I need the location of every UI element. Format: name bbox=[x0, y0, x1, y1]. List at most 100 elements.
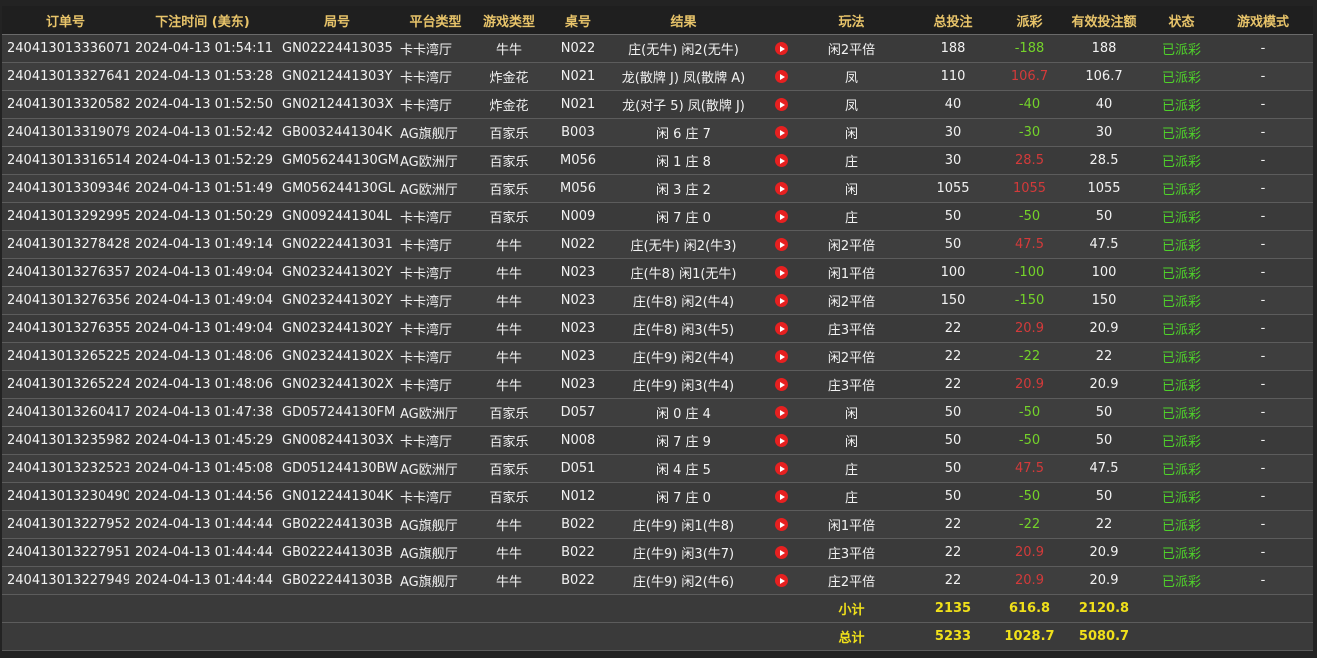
order-cell: 240413013278428 bbox=[2, 230, 129, 259]
play-video-icon[interactable] bbox=[774, 126, 788, 139]
valid-cell: 40 bbox=[1058, 90, 1150, 119]
game-cell: 牛牛 bbox=[473, 314, 545, 343]
col-time[interactable]: 下注时间 (美东) bbox=[129, 6, 276, 35]
table-row[interactable]: 240413013327641 2024-04-13 01:53:28 GN0212… bbox=[2, 62, 1313, 91]
play-cell: 闲2平倍 bbox=[798, 342, 905, 371]
table-row[interactable]: 240413013276356 2024-04-13 01:49:04 GN0232… bbox=[2, 286, 1313, 315]
table-row[interactable]: 240413013292995 2024-04-13 01:50:29 GN0092… bbox=[2, 202, 1313, 231]
table-cell: M056 bbox=[545, 146, 611, 175]
round-cell: GD057244130FM bbox=[276, 398, 398, 427]
time-cell: 2024-04-13 01:45:08 bbox=[129, 454, 276, 483]
table-row[interactable]: 240413013320582 2024-04-13 01:52:50 GN0212… bbox=[2, 90, 1313, 119]
platform-cell: 卡卡湾厅 bbox=[398, 62, 473, 91]
table-row[interactable]: 240413013227949 2024-04-13 01:44:44 GB0222… bbox=[2, 566, 1313, 595]
col-game[interactable]: 游戏类型 bbox=[473, 6, 545, 35]
play-video-icon[interactable] bbox=[774, 70, 788, 83]
result-cell: 闲 1 庄 8 bbox=[611, 146, 756, 175]
table-row[interactable]: 240413013276355 2024-04-13 01:49:04 GN0232… bbox=[2, 314, 1313, 343]
play-video-icon[interactable] bbox=[774, 182, 788, 195]
time-cell: 2024-04-13 01:49:14 bbox=[129, 230, 276, 259]
subtotal-label: 小计 bbox=[798, 594, 905, 623]
order-cell: 240413013260417 bbox=[2, 398, 129, 427]
col-mode[interactable]: 游戏模式 bbox=[1213, 6, 1313, 35]
play-video-icon[interactable] bbox=[774, 210, 788, 223]
status-cell: 已派彩 bbox=[1150, 454, 1213, 483]
payout-cell: 20.9 bbox=[1001, 314, 1058, 343]
col-table[interactable]: 桌号 bbox=[545, 6, 611, 35]
table-row[interactable]: 240413013230490 2024-04-13 01:44:56 GN0122… bbox=[2, 482, 1313, 511]
video-cell bbox=[756, 510, 798, 539]
table-row[interactable]: 240413013232523 2024-04-13 01:45:08 GD0512… bbox=[2, 454, 1313, 483]
play-video-icon[interactable] bbox=[774, 154, 788, 167]
col-result[interactable]: 结果 bbox=[611, 6, 756, 35]
play-video-icon[interactable] bbox=[774, 98, 788, 111]
table-row[interactable]: 240413013276357 2024-04-13 01:49:04 GN0232… bbox=[2, 258, 1313, 287]
round-cell: GB0222441303B bbox=[276, 538, 398, 567]
platform-cell: 卡卡湾厅 bbox=[398, 314, 473, 343]
play-video-icon[interactable] bbox=[774, 294, 788, 307]
play-cell: 闲 bbox=[798, 118, 905, 147]
play-video-icon[interactable] bbox=[774, 322, 788, 335]
play-video-icon[interactable] bbox=[774, 434, 788, 447]
game-cell: 百家乐 bbox=[473, 454, 545, 483]
col-platform[interactable]: 平台类型 bbox=[398, 6, 473, 35]
status-cell: 已派彩 bbox=[1150, 34, 1213, 63]
col-play[interactable]: 玩法 bbox=[798, 6, 905, 35]
order-cell: 240413013227949 bbox=[2, 566, 129, 595]
bet-cell: 22 bbox=[905, 538, 1001, 567]
result-cell: 龙(散牌 J) 凤(散牌 A) bbox=[611, 62, 756, 91]
table-row[interactable]: 240413013336071 2024-04-13 01:54:11 GN0222… bbox=[2, 34, 1313, 63]
order-cell: 240413013235982 bbox=[2, 426, 129, 455]
play-video-icon[interactable] bbox=[774, 518, 788, 531]
table-cell: N021 bbox=[545, 90, 611, 119]
play-cell: 庄 bbox=[798, 146, 905, 175]
bet-cell: 110 bbox=[905, 62, 1001, 91]
table-row[interactable]: 240413013265225 2024-04-13 01:48:06 GN0232… bbox=[2, 342, 1313, 371]
mode-cell: - bbox=[1213, 286, 1313, 315]
platform-cell: 卡卡湾厅 bbox=[398, 426, 473, 455]
valid-cell: 47.5 bbox=[1058, 230, 1150, 259]
table-row[interactable]: 240413013260417 2024-04-13 01:47:38 GD0572… bbox=[2, 398, 1313, 427]
table-row[interactable]: 240413013227951 2024-04-13 01:44:44 GB0222… bbox=[2, 538, 1313, 567]
play-video-icon[interactable] bbox=[774, 350, 788, 363]
col-bet[interactable]: 总投注 bbox=[905, 6, 1001, 35]
play-video-icon[interactable] bbox=[774, 42, 788, 55]
order-cell: 240413013336071 bbox=[2, 34, 129, 63]
table-row[interactable]: 240413013278428 2024-04-13 01:49:14 GN0222… bbox=[2, 230, 1313, 259]
play-video-icon[interactable] bbox=[774, 266, 788, 279]
mode-cell: - bbox=[1213, 62, 1313, 91]
mode-cell: - bbox=[1213, 34, 1313, 63]
table-row[interactable]: 240413013316514 2024-04-13 01:52:29 GM0562… bbox=[2, 146, 1313, 175]
table-row[interactable]: 240413013265224 2024-04-13 01:48:06 GN0232… bbox=[2, 370, 1313, 399]
table-row[interactable]: 240413013319079 2024-04-13 01:52:42 GB0032… bbox=[2, 118, 1313, 147]
valid-cell: 1055 bbox=[1058, 174, 1150, 203]
platform-cell: AG旗舰厅 bbox=[398, 118, 473, 147]
play-video-icon[interactable] bbox=[774, 462, 788, 475]
payout-cell: 20.9 bbox=[1001, 370, 1058, 399]
bet-cell: 150 bbox=[905, 286, 1001, 315]
play-cell: 庄 bbox=[798, 202, 905, 231]
col-round[interactable]: 局号 bbox=[276, 6, 398, 35]
table-header: 订单号 下注时间 (美东) 局号 平台类型 游戏类型 桌号 结果 玩法 总投注 … bbox=[2, 6, 1313, 35]
order-cell: 240413013276355 bbox=[2, 314, 129, 343]
payout-cell: 1055 bbox=[1001, 174, 1058, 203]
col-payout[interactable]: 派彩 bbox=[1001, 6, 1058, 35]
status-cell: 已派彩 bbox=[1150, 342, 1213, 371]
play-video-icon[interactable] bbox=[774, 574, 788, 587]
table-cell: N022 bbox=[545, 230, 611, 259]
mode-cell: - bbox=[1213, 482, 1313, 511]
game-cell: 炸金花 bbox=[473, 62, 545, 91]
play-video-icon[interactable] bbox=[774, 238, 788, 251]
video-cell bbox=[756, 34, 798, 63]
play-video-icon[interactable] bbox=[774, 406, 788, 419]
play-video-icon[interactable] bbox=[774, 378, 788, 391]
col-valid[interactable]: 有效投注额 bbox=[1058, 6, 1150, 35]
table-row[interactable]: 240413013235982 2024-04-13 01:45:29 GN0082… bbox=[2, 426, 1313, 455]
col-status[interactable]: 状态 bbox=[1150, 6, 1213, 35]
table-row[interactable]: 240413013309346 2024-04-13 01:51:49 GM0562… bbox=[2, 174, 1313, 203]
table-row[interactable]: 240413013227952 2024-04-13 01:44:44 GB0222… bbox=[2, 510, 1313, 539]
status-cell: 已派彩 bbox=[1150, 370, 1213, 399]
col-order[interactable]: 订单号 bbox=[2, 6, 129, 35]
play-video-icon[interactable] bbox=[774, 490, 788, 503]
play-video-icon[interactable] bbox=[774, 546, 788, 559]
